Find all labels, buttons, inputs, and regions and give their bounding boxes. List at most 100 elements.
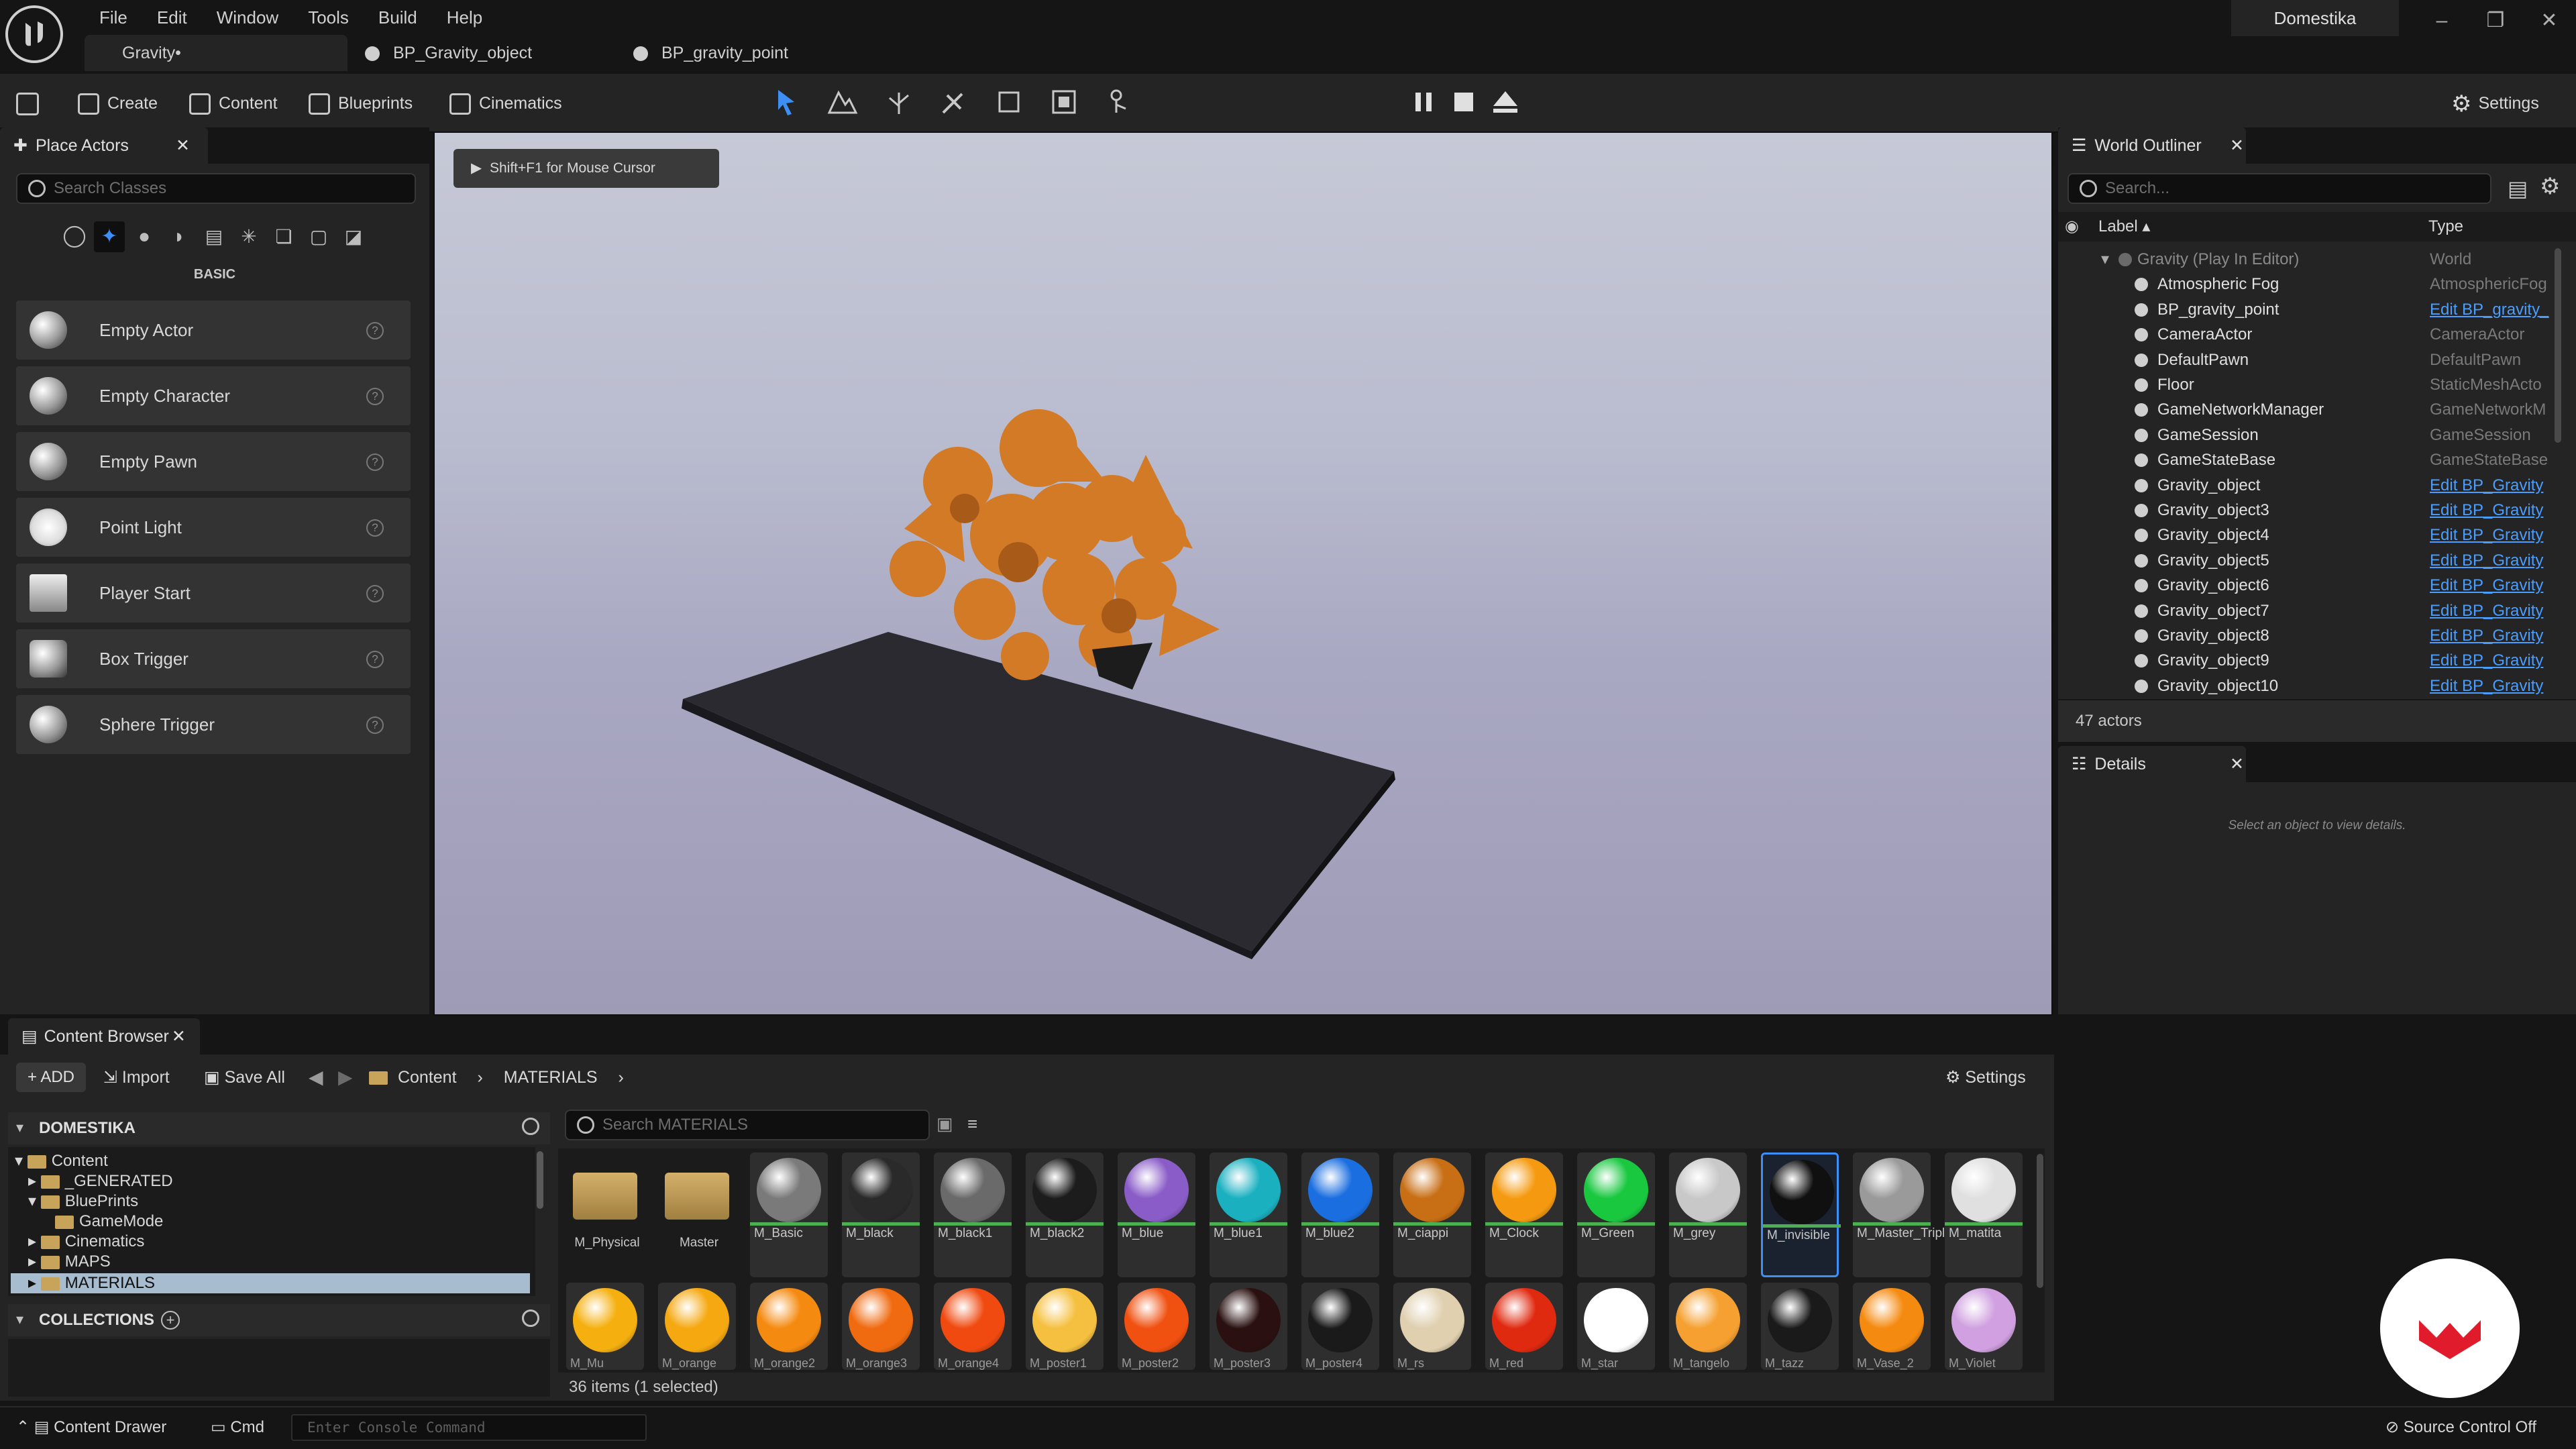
volumes-category-icon[interactable]: ❏ <box>268 221 299 252</box>
content-settings-button[interactable]: ⚙ Settings <box>1945 1063 2026 1092</box>
material-asset[interactable]: M_ciappi <box>1393 1152 1471 1277</box>
folder-asset[interactable]: Master <box>658 1152 736 1277</box>
edit-blueprint-link[interactable]: Edit BP_Gravity <box>2430 573 2557 598</box>
chevron-down-icon[interactable]: ▾ <box>2101 247 2109 272</box>
content-browser-tab[interactable]: ▤ Content Browser ✕ <box>8 1018 200 1055</box>
outliner-row[interactable]: GameNetworkManager GameNetworkM <box>2059 397 2556 422</box>
tree-item-materials[interactable]: ▸ MATERIALS <box>28 1273 155 1293</box>
tab-bp-gravity-point[interactable]: BP_gravity_point <box>617 35 885 71</box>
stop-button[interactable] <box>1448 86 1480 118</box>
close-icon[interactable]: ✕ <box>2522 0 2576 36</box>
asset-search-input[interactable]: Search MATERIALS <box>565 1110 930 1140</box>
modeling-mode-icon[interactable] <box>993 86 1025 118</box>
shapes-category-icon[interactable]: ◗ <box>164 221 195 252</box>
outliner-row[interactable]: ▾ Gravity (Play In Editor) World <box>2059 247 2556 272</box>
material-asset[interactable]: M_blue1 <box>1210 1152 1287 1277</box>
material-asset[interactable]: M_poster2 <box>1118 1283 1195 1370</box>
folder-asset[interactable]: M_Physical <box>566 1152 644 1277</box>
close-icon[interactable]: ✕ <box>172 1027 186 1046</box>
label-column-header[interactable]: Label ▴ <box>2098 212 2150 241</box>
search-icon[interactable] <box>522 1309 539 1327</box>
source-control-status[interactable]: ⊘ Source Control Off <box>2385 1414 2536 1441</box>
tab-gravity[interactable]: Gravity• <box>85 35 347 71</box>
menu-window[interactable]: Window <box>202 3 293 32</box>
outliner-row[interactable]: Gravity_object6 Edit BP_Gravity <box>2059 573 2556 598</box>
actor-point-light[interactable]: Point Light? <box>16 498 411 557</box>
tree-item-maps[interactable]: ▸ MAPS <box>28 1252 111 1272</box>
material-asset[interactable]: M_orange3 <box>842 1283 920 1370</box>
menu-file[interactable]: File <box>85 3 142 32</box>
outliner-row[interactable]: Gravity_object10 Edit BP_Gravity <box>2059 674 2556 698</box>
visual-effects-category-icon[interactable]: ✳ <box>233 221 264 252</box>
edit-blueprint-link[interactable]: Edit BP_Gravity <box>2430 548 2557 573</box>
material-asset[interactable]: M_poster4 <box>1301 1283 1379 1370</box>
landscape-mode-icon[interactable] <box>826 86 859 118</box>
world-outliner-tab[interactable]: ☰ World Outliner ✕ <box>2058 127 2246 164</box>
more-category-icon[interactable]: ◪ <box>338 221 369 252</box>
animation-mode-icon[interactable] <box>1103 86 1135 118</box>
search-icon[interactable] <box>522 1118 539 1135</box>
menu-build[interactable]: Build <box>364 3 432 32</box>
content-button[interactable]: Content <box>189 74 278 133</box>
actor-box-trigger[interactable]: Box Trigger? <box>16 629 411 688</box>
help-icon[interactable]: ? <box>366 453 384 471</box>
material-asset[interactable]: M_grey <box>1669 1152 1747 1277</box>
save-all-button[interactable]: ▣ Save All <box>204 1063 285 1092</box>
recent-category-icon[interactable] <box>63 225 86 248</box>
filter-icon[interactable]: ≡ <box>967 1114 977 1134</box>
material-asset[interactable]: M_invisible <box>1761 1152 1841 1277</box>
breadcrumb-materials[interactable]: MATERIALS <box>504 1068 598 1087</box>
add-collection-icon[interactable]: + <box>161 1311 180 1330</box>
unreal-logo-icon[interactable] <box>5 5 63 63</box>
search-classes-input[interactable]: Search Classes <box>16 173 416 204</box>
outliner-row[interactable]: Gravity_object7 Edit BP_Gravity <box>2059 598 2556 623</box>
material-asset[interactable]: M_Violet <box>1945 1283 2023 1370</box>
eject-button[interactable] <box>1489 86 1521 118</box>
outliner-row[interactable]: GameStateBase GameStateBase <box>2059 447 2556 472</box>
tree-scrollbar[interactable] <box>537 1151 543 1209</box>
material-asset[interactable]: M_poster3 <box>1210 1283 1287 1370</box>
settings-button[interactable]: ⚙ Settings <box>2451 74 2539 133</box>
lights-category-icon[interactable]: ● <box>129 221 160 252</box>
material-asset[interactable]: M_star <box>1577 1283 1655 1370</box>
tree-item-gamemode[interactable]: GameMode <box>55 1212 163 1232</box>
help-icon[interactable]: ? <box>366 322 384 339</box>
outliner-row[interactable]: CameraActor CameraActor <box>2059 322 2556 347</box>
outliner-row[interactable]: GameSession GameSession <box>2059 423 2556 447</box>
details-tab[interactable]: ☷ Details ✕ <box>2058 746 2246 782</box>
minimize-icon[interactable]: – <box>2415 0 2469 36</box>
actor-empty-character[interactable]: Empty Character? <box>16 366 411 425</box>
place-actors-tab[interactable]: ✚ Place Actors ✕ <box>0 127 208 164</box>
tree-item-cinematics[interactable]: ▸ Cinematics <box>28 1232 144 1252</box>
menu-tools[interactable]: Tools <box>293 3 364 32</box>
gear-icon[interactable]: ⚙ <box>2540 173 2560 200</box>
material-asset[interactable]: M_tazz <box>1761 1283 1839 1370</box>
content-drawer-button[interactable]: ⌃ ▤ Content Drawer <box>16 1414 166 1441</box>
save-icon[interactable] <box>16 74 39 133</box>
help-icon[interactable]: ? <box>366 716 384 734</box>
material-asset[interactable]: M_Mu <box>566 1283 644 1370</box>
cinematic-category-icon[interactable]: ▤ <box>199 221 229 252</box>
edit-blueprint-link[interactable]: Edit BP_Gravity <box>2430 623 2557 648</box>
material-asset[interactable]: M_rs <box>1393 1283 1471 1370</box>
edit-blueprint-link[interactable]: Edit BP_Gravity <box>2430 523 2557 547</box>
history-forward-icon[interactable]: ▶ <box>338 1063 353 1092</box>
tree-item-blueprints[interactable]: ▾ BluePrints <box>28 1191 138 1212</box>
chevron-down-icon[interactable]: ▾ <box>16 1119 23 1136</box>
actor-empty-pawn[interactable]: Empty Pawn? <box>16 432 411 491</box>
material-asset[interactable]: M_Green <box>1577 1152 1655 1277</box>
material-asset[interactable]: M_poster1 <box>1026 1283 1104 1370</box>
outliner-row[interactable]: Gravity_object8 Edit BP_Gravity <box>2059 623 2556 648</box>
edit-blueprint-link[interactable]: Edit BP_Gravity <box>2430 473 2557 498</box>
material-asset[interactable]: M_orange4 <box>934 1283 1012 1370</box>
import-button[interactable]: ⇲ Import <box>103 1063 170 1092</box>
material-asset[interactable]: M_orange2 <box>750 1283 828 1370</box>
outliner-search-input[interactable]: Search... <box>2068 173 2491 204</box>
material-asset[interactable]: M_blue2 <box>1301 1152 1379 1277</box>
blueprints-button[interactable]: Blueprints <box>309 74 413 133</box>
outliner-row[interactable]: Gravity_object Edit BP_Gravity <box>2059 473 2556 498</box>
tree-item-generated[interactable]: ▸ _GENERATED <box>28 1171 173 1191</box>
outliner-row[interactable]: Atmospheric Fog AtmosphericFog <box>2059 272 2556 297</box>
outliner-row[interactable]: Gravity_object5 Edit BP_Gravity <box>2059 548 2556 573</box>
material-asset[interactable]: M_black1 <box>934 1152 1012 1277</box>
